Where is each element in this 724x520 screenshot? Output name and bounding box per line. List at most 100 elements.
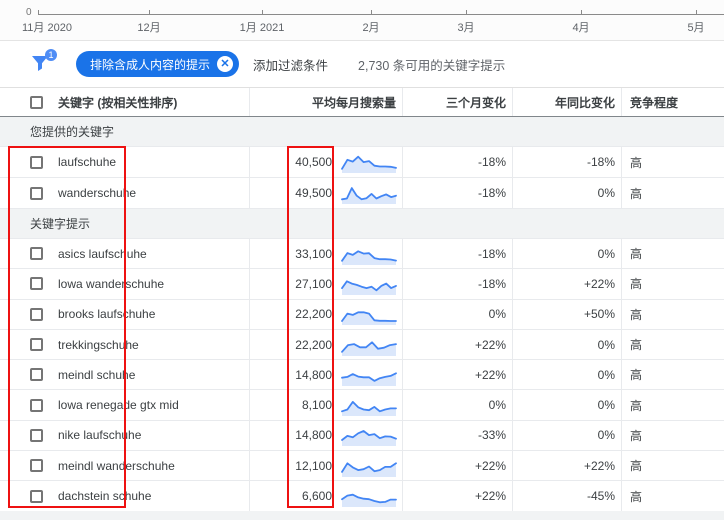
competition-value: 高 xyxy=(630,155,643,170)
table-row[interactable]: nike laufschuhe 14,800 -33% 0% 高 xyxy=(0,420,724,452)
avg-searches-value: 40,500 xyxy=(295,155,332,169)
table-row[interactable]: wanderschuhe 49,500 -18% 0% 高 xyxy=(0,178,724,209)
section-header-provided-keywords: 您提供的关键字 xyxy=(0,117,724,147)
table-row[interactable]: brooks laufschuhe 22,200 0% +50% 高 xyxy=(0,299,724,330)
month-label: 12月 xyxy=(137,22,161,34)
competition-value: 高 xyxy=(630,368,643,383)
competition-value: 高 xyxy=(630,247,643,262)
table-row[interactable]: dachstein schuhe 6,600 +22% -45% 高 xyxy=(0,481,724,512)
keyword-label: trekkingschuhe xyxy=(58,337,139,352)
axis-tick xyxy=(38,10,39,15)
filter-bar: 1 排除含成人内容的提示 ✕ 添加过滤条件 2,730 条可用的关键字提示 xyxy=(0,41,724,88)
table-row[interactable]: meindl schuhe 14,800 +22% 0% 高 xyxy=(0,360,724,391)
row-checkbox[interactable] xyxy=(30,398,43,412)
axis-tick xyxy=(262,10,263,15)
row-checkbox[interactable] xyxy=(30,247,43,261)
yoy-change-value: +22% xyxy=(513,451,622,481)
table-row[interactable]: meindl wanderschuhe 12,100 +22% +22% 高 xyxy=(0,451,724,482)
three-month-change-value: -33% xyxy=(403,420,513,451)
three-month-change-value: -18% xyxy=(403,178,513,208)
three-month-change-value: +22% xyxy=(403,451,513,481)
axis-tick xyxy=(466,10,467,15)
close-icon[interactable]: ✕ xyxy=(217,56,234,72)
yoy-change-value: 0% xyxy=(513,329,622,360)
header-avg-monthly-searches[interactable]: 平均每月搜索量 xyxy=(250,88,403,116)
avg-searches-value: 33,100 xyxy=(295,246,332,261)
header-three-month-change[interactable]: 三个月变化 xyxy=(403,88,513,116)
table-row[interactable]: asics laufschuhe 33,100 -18% 0% 高 xyxy=(0,239,724,270)
table-row[interactable]: trekkingschuhe 22,200 +22% 0% 高 xyxy=(0,329,724,361)
section-header-keyword-ideas: 关键字提示 xyxy=(0,209,724,239)
competition-value: 高 xyxy=(630,338,643,353)
avg-searches-value: 22,200 xyxy=(295,337,332,352)
trend-sparkline xyxy=(336,420,403,451)
yoy-change-value: 0% xyxy=(513,420,622,451)
trend-sparkline xyxy=(336,481,403,511)
axis-tick xyxy=(696,10,697,15)
header-keyword[interactable]: 关键字 (按相关性排序) xyxy=(58,94,177,111)
three-month-change-value: -18% xyxy=(403,147,513,177)
trend-sparkline xyxy=(336,390,403,420)
trend-sparkline xyxy=(336,147,403,177)
yoy-change-value: 0% xyxy=(513,390,622,420)
row-checkbox[interactable] xyxy=(30,155,43,169)
three-month-change-value: +22% xyxy=(403,360,513,390)
header-competition[interactable]: 竞争程度 xyxy=(622,88,724,116)
competition-value: 高 xyxy=(630,398,643,413)
keyword-label: nike laufschuhe xyxy=(58,428,142,443)
avg-searches-value: 8,100 xyxy=(301,398,332,413)
avg-searches-value: 49,500 xyxy=(295,186,332,200)
keyword-label: meindl schuhe xyxy=(58,367,136,382)
trend-sparkline xyxy=(336,360,403,390)
keyword-label: wanderschuhe xyxy=(58,186,137,200)
table-row[interactable]: lowa renegade gtx mid 8,100 0% 0% 高 xyxy=(0,390,724,421)
month-label: 5月 xyxy=(687,22,705,34)
select-all-checkbox[interactable] xyxy=(30,95,43,109)
month-label: 3月 xyxy=(457,22,475,34)
row-checkbox[interactable] xyxy=(30,307,43,321)
keyword-planner-page: 0 11月 2020 12月 1月 2021 2月 3月 4月 5月 1 排除含… xyxy=(0,0,724,520)
add-filter-button[interactable]: 添加过滤条件 xyxy=(253,55,328,74)
three-month-change-value: +22% xyxy=(403,329,513,360)
trend-sparkline xyxy=(336,269,403,299)
trend-sparkline xyxy=(336,329,403,360)
filter-chip-label: 排除含成人内容的提示 xyxy=(90,57,211,72)
table-row[interactable]: laufschuhe 40,500 -18% -18% 高 xyxy=(0,147,724,178)
table-row[interactable]: lowa wanderschuhe 27,100 -18% +22% 高 xyxy=(0,269,724,300)
trend-chart-axis: 0 11月 2020 12月 1月 2021 2月 3月 4月 5月 xyxy=(0,0,724,41)
three-month-change-value: -18% xyxy=(403,239,513,269)
month-label: 2月 xyxy=(362,22,380,34)
keyword-label: meindl wanderschuhe xyxy=(58,458,175,473)
filter-funnel-icon[interactable]: 1 xyxy=(30,49,57,75)
yoy-change-value: +22% xyxy=(513,269,622,299)
competition-value: 高 xyxy=(630,459,643,474)
axis-tick xyxy=(581,10,582,15)
month-label: 1月 2021 xyxy=(239,22,285,34)
row-checkbox[interactable] xyxy=(30,489,43,503)
filter-chip-exclude-adult[interactable]: 排除含成人内容的提示 ✕ xyxy=(76,51,240,77)
avg-searches-value: 6,600 xyxy=(301,489,332,504)
competition-value: 高 xyxy=(630,428,643,443)
header-yoy-change[interactable]: 年同比变化 xyxy=(513,88,622,116)
trend-sparkline xyxy=(336,451,403,481)
competition-value: 高 xyxy=(630,307,643,322)
keyword-label: lowa renegade gtx mid xyxy=(58,398,179,413)
row-checkbox[interactable] xyxy=(30,277,43,291)
three-month-change-value: -18% xyxy=(403,269,513,299)
row-checkbox[interactable] xyxy=(30,428,43,442)
avg-searches-value: 12,100 xyxy=(295,458,332,473)
trend-sparkline xyxy=(336,299,403,329)
avg-searches-value: 22,200 xyxy=(295,307,332,322)
yoy-change-value: 0% xyxy=(513,178,622,208)
three-month-change-value: 0% xyxy=(403,299,513,329)
row-checkbox[interactable] xyxy=(30,459,43,473)
avg-searches-value: 14,800 xyxy=(295,428,332,443)
row-checkbox[interactable] xyxy=(30,338,43,352)
trend-sparkline xyxy=(336,178,403,208)
row-checkbox[interactable] xyxy=(30,186,43,200)
keyword-label: dachstein schuhe xyxy=(58,489,152,504)
x-axis-line xyxy=(38,14,724,15)
row-checkbox[interactable] xyxy=(30,368,43,382)
keyword-label: laufschuhe xyxy=(58,155,117,169)
yoy-change-value: 0% xyxy=(513,360,622,390)
